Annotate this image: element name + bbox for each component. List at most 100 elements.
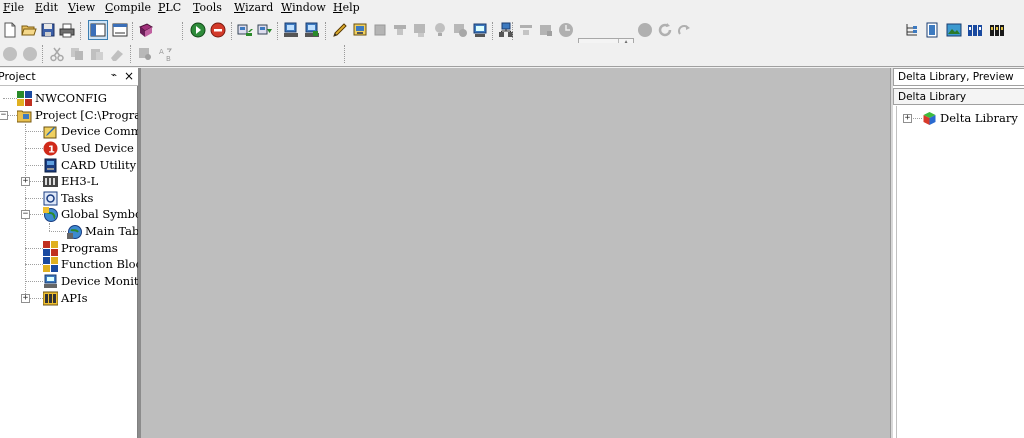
toolbar-separator [512,22,513,40]
online-monitor-icon[interactable] [282,21,300,39]
svg-text:A: A [159,48,164,56]
download-to-plc-icon[interactable] [256,21,274,39]
upload-from-plc-icon[interactable] [236,21,254,39]
window-layout-icon[interactable] [111,21,129,39]
tree-item-delta-library[interactable]: Delta Library [922,110,1018,126]
menu-tools[interactable]: Tools [193,1,222,14]
project-panel-header: Project ⌁ × [0,68,138,86]
toolbar-separator [325,22,326,40]
library-tree: + Delta Library [896,106,1024,438]
disabled-grid-icon[interactable] [371,21,389,39]
tree-item-tasks[interactable]: Tasks [43,190,93,206]
disabled-device-icon[interactable] [451,21,469,39]
mdi-workspace [141,68,890,438]
toolbar-separator [492,22,493,40]
disabled-sort-icon[interactable] [517,21,535,39]
write-value-icon[interactable] [331,21,349,39]
tree-item-eh3l[interactable]: EH3-L [43,173,98,189]
disabled-redo-icon[interactable] [676,21,694,39]
print-icon[interactable] [58,21,76,39]
disabled-table-icon[interactable] [391,21,409,39]
tree-view-icon[interactable] [903,21,921,39]
replace-icon[interactable]: AB [157,45,175,63]
edit-toolbar: AB [0,43,1024,65]
tree-item-card-utility[interactable]: CARD Utility [43,157,136,173]
save-icon[interactable] [39,21,57,39]
cut-icon[interactable] [48,45,66,63]
network-config-icon [17,90,32,106]
disabled-monitor-icon[interactable] [411,21,429,39]
tab-delta-library[interactable]: Delta Library [893,88,1024,105]
toolbar-separator [344,45,345,63]
menu-help[interactable]: Help [333,1,360,14]
menu-plc[interactable]: PLC [158,1,181,14]
menu-compile[interactable]: Compile [105,1,151,14]
expander-apis[interactable]: + [21,294,30,303]
programs-icon [43,240,58,256]
delta-library-cube-icon [922,111,937,126]
expander-project[interactable]: − [0,111,8,120]
disabled-back-icon[interactable] [1,45,19,63]
global-symbols-icon [43,206,58,222]
project-panel-title: Project [0,70,36,83]
close-icon[interactable]: × [124,69,134,83]
copy-icon[interactable] [68,45,86,63]
library-panel-header: Delta Library, Preview [893,68,1024,86]
menu-file[interactable]: File [3,1,24,14]
apis-icon [43,291,58,306]
disabled-record-icon[interactable] [636,21,654,39]
project-view-icon[interactable] [88,20,108,40]
library-book-icon[interactable] [137,21,155,39]
disabled-forward-icon[interactable] [21,45,39,63]
disabled-refresh-icon[interactable] [656,21,674,39]
project-folder-icon [17,108,32,123]
panel-toggle-icon[interactable] [923,21,941,39]
disabled-print-icon[interactable] [537,21,555,39]
menu-view[interactable]: View [68,1,95,14]
hex-view-icon[interactable] [988,21,1006,39]
toolbar-separator [130,45,131,63]
toolbar-separator [80,22,81,40]
paste-icon[interactable] [88,45,106,63]
library-panel: Delta Library, Preview Delta Library + D… [893,68,1024,438]
menu-window[interactable]: Window [281,1,326,14]
toolbar-separator [277,22,278,40]
device-monitor-icon[interactable] [471,21,489,39]
expander-delta-library[interactable]: + [903,114,912,123]
set-monitor-icon[interactable] [351,21,369,39]
device-comment-icon [43,124,58,139]
disabled-timer-icon[interactable] [557,21,575,39]
toolbar-separator [182,22,183,40]
binary-view-icon[interactable] [966,21,984,39]
project-panel: Project ⌁ × − + − + NWCONFIG Project [C:… [0,68,168,438]
expander-eh3l[interactable]: + [21,177,30,186]
tree-item-programs[interactable]: Programs [43,240,118,256]
library-panel-title: Delta Library, Preview [898,71,1014,83]
find-icon[interactable] [136,45,154,63]
menu-wizard[interactable]: Wizard [234,1,273,14]
pin-icon[interactable]: ⌁ [111,70,117,81]
toolbar-separator [231,22,232,40]
run-icon[interactable] [189,21,207,39]
function-blocks-icon [43,256,58,272]
eraser-icon[interactable] [108,45,126,63]
tree-item-apis[interactable]: APIs [43,290,88,306]
main-toolbar: 10 ▲ ▼ [0,17,1024,57]
image-view-icon[interactable] [945,21,963,39]
used-device-icon: 1 [43,141,58,156]
tasks-icon [43,191,58,206]
expander-global-symbols[interactable]: − [21,210,30,219]
stop-icon[interactable] [209,21,227,39]
plc-device-icon [43,174,58,189]
toolbar-separator [132,22,133,40]
disabled-bulb-icon[interactable] [431,21,449,39]
tree-item-global-symbols[interactable]: Global Symbols [43,206,151,222]
new-file-icon[interactable] [1,21,19,39]
menu-edit[interactable]: Edit [35,1,58,14]
tree-item-nwconfig[interactable]: NWCONFIG [17,90,107,106]
online-edit-icon[interactable] [303,21,321,39]
open-folder-icon[interactable] [20,21,38,39]
svg-text:B: B [166,55,171,62]
toolbar-separator [42,45,43,63]
device-monitor-tree-icon [43,274,58,289]
